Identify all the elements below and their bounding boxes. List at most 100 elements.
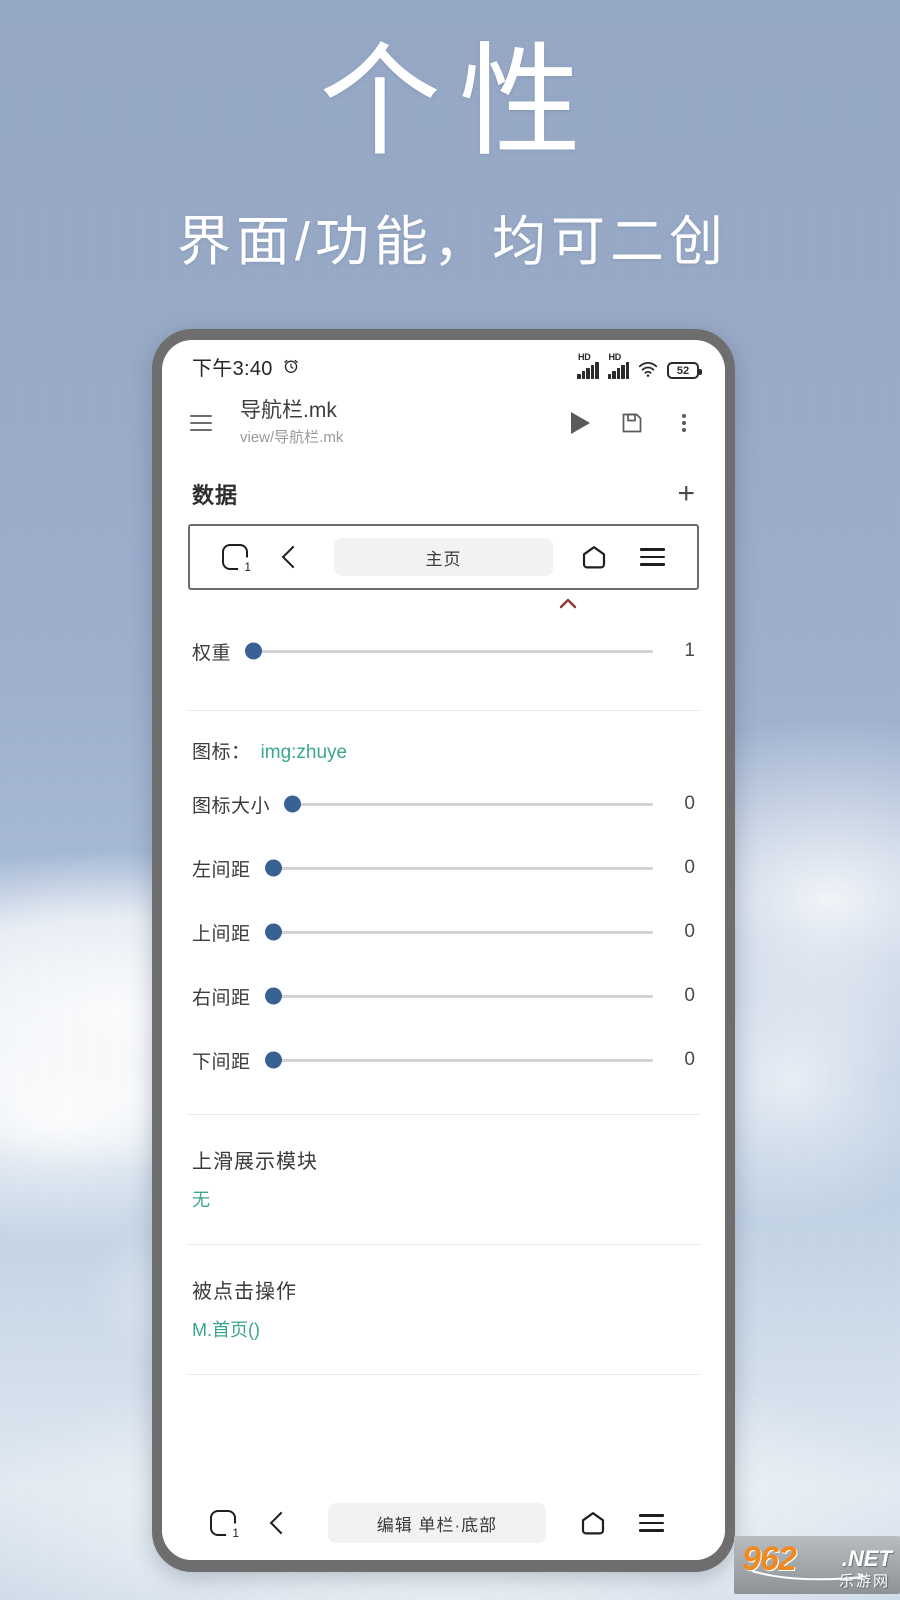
run-button[interactable]: [563, 406, 597, 440]
hamburger-menu-icon: [639, 548, 665, 566]
slider-thumb[interactable]: [245, 642, 263, 660]
slider-thumb[interactable]: [264, 1051, 282, 1069]
play-icon: [570, 412, 590, 434]
row-value: 0: [684, 1049, 695, 1070]
row-label: 上间距: [192, 923, 251, 945]
slider-margin-left[interactable]: [264, 858, 653, 878]
preview-menu-button[interactable]: [625, 537, 679, 577]
chevron-back-icon: [269, 1511, 293, 1535]
block-value[interactable]: M.首页(): [192, 1316, 695, 1342]
more-options-button[interactable]: [667, 406, 701, 440]
row-label: 图标大小: [192, 795, 271, 817]
navbar-preview-wrapper: 1 主页: [162, 524, 725, 590]
slider-margin-top[interactable]: [264, 922, 653, 942]
file-path: view/导航栏.mk: [240, 428, 344, 446]
site-watermark: 962 .NET 乐游网: [734, 1536, 900, 1594]
sysnav-edit-pill[interactable]: 编辑 单栏·底部: [328, 1503, 546, 1543]
slider-icon-size[interactable]: [284, 794, 653, 814]
preview-back-button[interactable]: [266, 537, 320, 577]
drawer-menu-button[interactable]: [184, 406, 218, 440]
phone-mockup: 下午3:40 HD HD 52 导航栏.mk view/导航栏.mk 数据 + …: [152, 329, 735, 1572]
recents-badge: 1: [244, 560, 251, 574]
watermark-site-name: 乐游网: [838, 1573, 890, 1590]
home-pentagon-icon: [581, 1511, 605, 1534]
row-value: 1: [684, 640, 695, 661]
property-row-margin-left[interactable]: 左间距 0: [162, 836, 725, 900]
slider-thumb[interactable]: [284, 795, 302, 813]
selection-marker-row: [162, 590, 725, 618]
hamburger-menu-icon: [638, 1514, 664, 1532]
home-pentagon-icon: [582, 545, 606, 568]
alarm-clock-icon: [283, 359, 298, 373]
battery-level: 52: [676, 364, 690, 377]
property-block-swipe-module[interactable]: 上滑展示模块 无: [162, 1115, 725, 1244]
icon-field-label: 图标：: [192, 742, 251, 763]
sysnav-menu-button[interactable]: [624, 1503, 678, 1543]
chevron-up-marker-icon: [559, 598, 577, 609]
preview-home-button[interactable]: [567, 537, 621, 577]
divider: [186, 1374, 701, 1375]
property-row-margin-bottom[interactable]: 下间距 0: [162, 1028, 725, 1092]
status-time: 下午3:40: [192, 357, 273, 380]
slider-margin-bottom[interactable]: [264, 1050, 653, 1070]
save-disk-icon: [622, 413, 642, 433]
preview-home-pill[interactable]: 主页: [334, 538, 553, 576]
status-bar-left: 下午3:40: [192, 352, 300, 381]
app-bar-title-group[interactable]: 导航栏.mk view/导航栏.mk: [240, 399, 545, 446]
slider-weight[interactable]: [245, 641, 653, 661]
slider-track: [286, 802, 653, 806]
row-label: 右间距: [192, 987, 251, 1009]
hero-banner: 个性 界面/功能，均可二创: [0, 34, 900, 276]
phone-screen: 下午3:40 HD HD 52 导航栏.mk view/导航栏.mk 数据 + …: [162, 340, 725, 1560]
more-vertical-icon: [682, 414, 686, 432]
wifi-icon: [638, 361, 658, 377]
sysnav-home-button[interactable]: [566, 1503, 620, 1543]
sysnav-back-button[interactable]: [254, 1503, 308, 1543]
status-bar-right: HD HD 52: [577, 352, 702, 379]
app-bar: 导航栏.mk view/导航栏.mk: [162, 392, 725, 454]
row-value: 0: [684, 921, 695, 942]
row-value: 0: [684, 985, 695, 1006]
icon-field-value[interactable]: img:zhuye: [261, 742, 348, 764]
signal-bars-icon-2: HD: [607, 352, 629, 379]
preview-recents-button[interactable]: 1: [208, 537, 262, 577]
slider-track: [266, 994, 653, 998]
property-row-margin-top[interactable]: 上间距 0: [162, 900, 725, 964]
slider-thumb[interactable]: [264, 987, 282, 1005]
system-navigation-bar: 1 编辑 单栏·底部: [162, 1486, 725, 1560]
hd-label-2: HD: [608, 352, 622, 362]
slider-thumb[interactable]: [264, 859, 282, 877]
data-section-header: 数据 +: [162, 454, 725, 524]
recents-badge: 1: [232, 1526, 239, 1540]
row-label: 左间距: [192, 859, 251, 881]
row-value: 0: [684, 793, 695, 814]
property-row-margin-right[interactable]: 右间距 0: [162, 964, 725, 1028]
add-item-button[interactable]: +: [677, 479, 695, 509]
properties-panel: 数据 + 1 主页 权重 1 图标： img:zhuye 图标大小 0 左间距 …: [162, 454, 725, 1486]
hero-title: 个性: [319, 34, 599, 170]
property-row-icon-size[interactable]: 图标大小 0: [162, 772, 725, 836]
sysnav-recents-button[interactable]: 1: [196, 1503, 250, 1543]
property-block-click-action[interactable]: 被点击操作 M.首页(): [162, 1245, 725, 1374]
row-label: 下间距: [192, 1051, 251, 1073]
slider-track: [266, 1058, 653, 1062]
slider-margin-right[interactable]: [264, 986, 653, 1006]
section-title: 数据: [192, 483, 239, 508]
block-value[interactable]: 无: [192, 1186, 695, 1212]
row-label: 权重: [192, 642, 232, 664]
battery-indicator: 52: [667, 362, 702, 379]
slider-track: [266, 866, 653, 870]
slider-track: [247, 649, 653, 653]
hd-label-1: HD: [578, 352, 591, 362]
signal-bars-icon-1: HD: [577, 352, 599, 379]
slider-thumb[interactable]: [264, 923, 282, 941]
recent-apps-icon: 1: [210, 1510, 239, 1540]
property-row-icon[interactable]: 图标： img:zhuye: [162, 711, 725, 772]
hero-subtitle: 界面/功能，均可二创: [176, 211, 728, 272]
block-title: 上滑展示模块: [192, 1151, 318, 1173]
hamburger-menu-icon: [190, 415, 212, 431]
property-row-weight[interactable]: 权重 1: [162, 618, 725, 684]
row-value: 0: [684, 857, 695, 878]
save-button[interactable]: [615, 406, 649, 440]
navbar-preview[interactable]: 1 主页: [188, 524, 699, 590]
